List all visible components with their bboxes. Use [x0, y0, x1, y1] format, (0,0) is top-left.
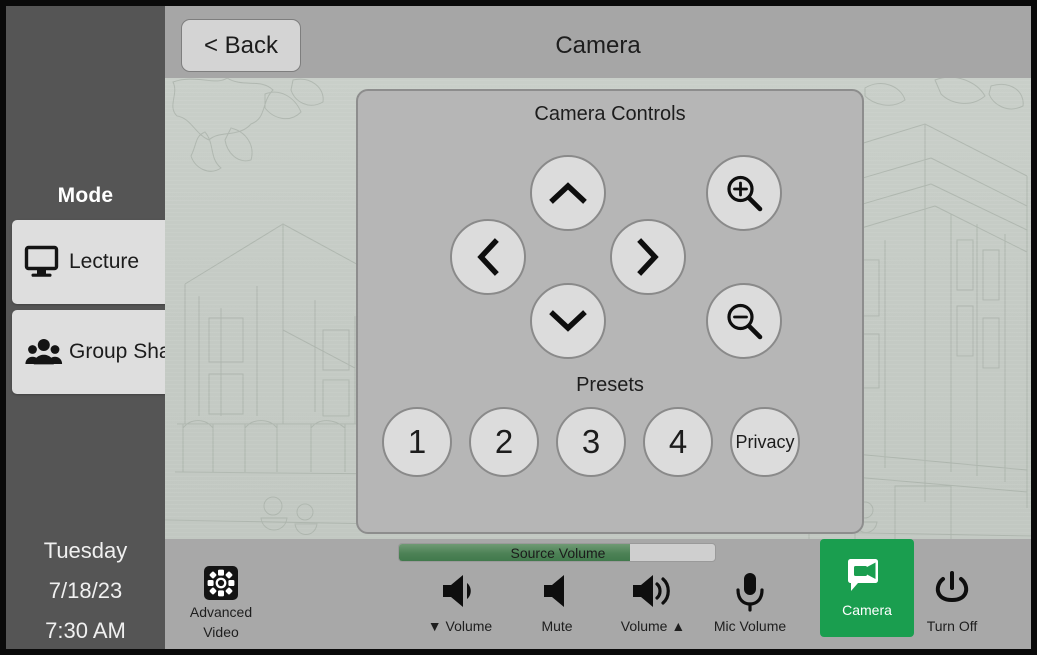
advanced-video-label-line2: Video — [203, 624, 239, 640]
speaker-low-icon — [443, 575, 471, 607]
gear-square-icon — [204, 566, 238, 600]
advanced-video-label-line1: Advanced — [189, 604, 253, 620]
turn-off-label: Turn Off — [926, 618, 978, 634]
camera-zoom-in-button[interactable] — [706, 155, 782, 231]
mute-button[interactable]: Mute — [510, 567, 604, 643]
bezel-top — [0, 0, 1037, 6]
camera-pan-left-button[interactable] — [450, 219, 526, 295]
clock-date: 7/18/23 — [48, 578, 123, 603]
page-title: Camera — [555, 32, 641, 59]
camera-label: Camera — [842, 602, 892, 618]
clock-block: Tuesday 7/18/23 7:30 AM — [6, 531, 165, 649]
clock-time: 7:30 AM — [45, 618, 126, 643]
mic-volume-button[interactable]: Mic Volume — [703, 567, 797, 643]
video-chat-icon — [848, 559, 878, 591]
turn-off-button[interactable]: Turn Off — [905, 567, 999, 643]
power-icon-wrap — [932, 567, 972, 615]
camera-privacy-button[interactable]: Privacy — [730, 407, 800, 477]
camera-zoom-out-button[interactable] — [706, 283, 782, 359]
clock-weekday: Tuesday — [43, 538, 128, 563]
preset-label: 3 — [581, 423, 601, 460]
chevron-up-icon — [549, 182, 587, 204]
preset-label: 4 — [668, 423, 688, 460]
camera-preset-2-button[interactable]: 2 — [469, 407, 539, 477]
touch-panel-screen: Mode Lecture Group Share Tuesday 7/18/23… — [0, 0, 1037, 655]
preset-label: 1 — [407, 423, 427, 460]
bezel-left — [0, 0, 6, 655]
camera-controls-title: Camera Controls — [534, 103, 686, 125]
camera-tilt-up-button[interactable] — [530, 155, 606, 231]
volume-up-label: Volume ▲ — [620, 618, 686, 634]
source-volume-label: Source Volume — [510, 545, 606, 561]
speaker-mute-icon-wrap — [536, 567, 578, 615]
preset-label: Privacy — [735, 431, 795, 452]
speaker-low-icon-wrap — [439, 567, 481, 615]
volume-up-button[interactable]: Volume ▲ — [606, 567, 700, 643]
mode-heading: Mode — [57, 184, 114, 207]
chevron-right-icon — [637, 238, 659, 276]
speaker-high-icon-wrap — [631, 567, 675, 615]
panel-frame: Mode Lecture Group Share Tuesday 7/18/23… — [0, 6, 1037, 649]
camera-preset-4-button[interactable]: 4 — [643, 407, 713, 477]
preset-label: 2 — [494, 423, 514, 460]
speaker-high-icon — [633, 575, 670, 607]
mute-label: Mute — [541, 618, 573, 634]
speaker-mute-icon — [544, 575, 564, 607]
gear-square-icon-wrap — [203, 565, 239, 601]
source-volume-slider[interactable]: Source Volume — [398, 543, 716, 562]
mic-volume-label: Mic Volume — [713, 618, 787, 634]
advanced-video-button[interactable]: Advanced Video — [174, 565, 268, 641]
magnifier-minus-icon — [727, 303, 763, 340]
header-bar: < Back Camera — [165, 6, 1031, 78]
camera-tilt-down-button[interactable] — [530, 283, 606, 359]
monitor-icon — [24, 245, 59, 277]
camera-button[interactable]: Camera — [820, 539, 914, 637]
presets-title: Presets — [576, 374, 644, 396]
chevron-down-icon — [549, 310, 587, 332]
volume-down-label: ▼ Volume — [427, 618, 493, 634]
microphone-icon-wrap — [733, 567, 767, 615]
camera-controls-card: Camera Controls Presets 1 2 3 4 Privacy — [356, 89, 864, 534]
magnifier-plus-icon — [727, 175, 763, 212]
camera-pan-right-button[interactable] — [610, 219, 686, 295]
bezel-bottom — [0, 649, 1037, 655]
microphone-icon — [736, 573, 764, 612]
chevron-left-icon — [477, 238, 499, 276]
bezel-right — [1031, 0, 1037, 655]
camera-preset-1-button[interactable]: 1 — [382, 407, 452, 477]
volume-down-button[interactable]: ▼ Volume — [413, 567, 507, 643]
group-people-icon — [25, 339, 63, 365]
power-icon — [935, 571, 969, 603]
camera-preset-3-button[interactable]: 3 — [556, 407, 626, 477]
sidebar: Mode Lecture Group Share Tuesday 7/18/23… — [6, 6, 194, 649]
sidebar-item-label: Lecture — [69, 250, 140, 273]
main-stage: < Back Camera Camera Controls Presets 1 … — [165, 6, 1031, 649]
